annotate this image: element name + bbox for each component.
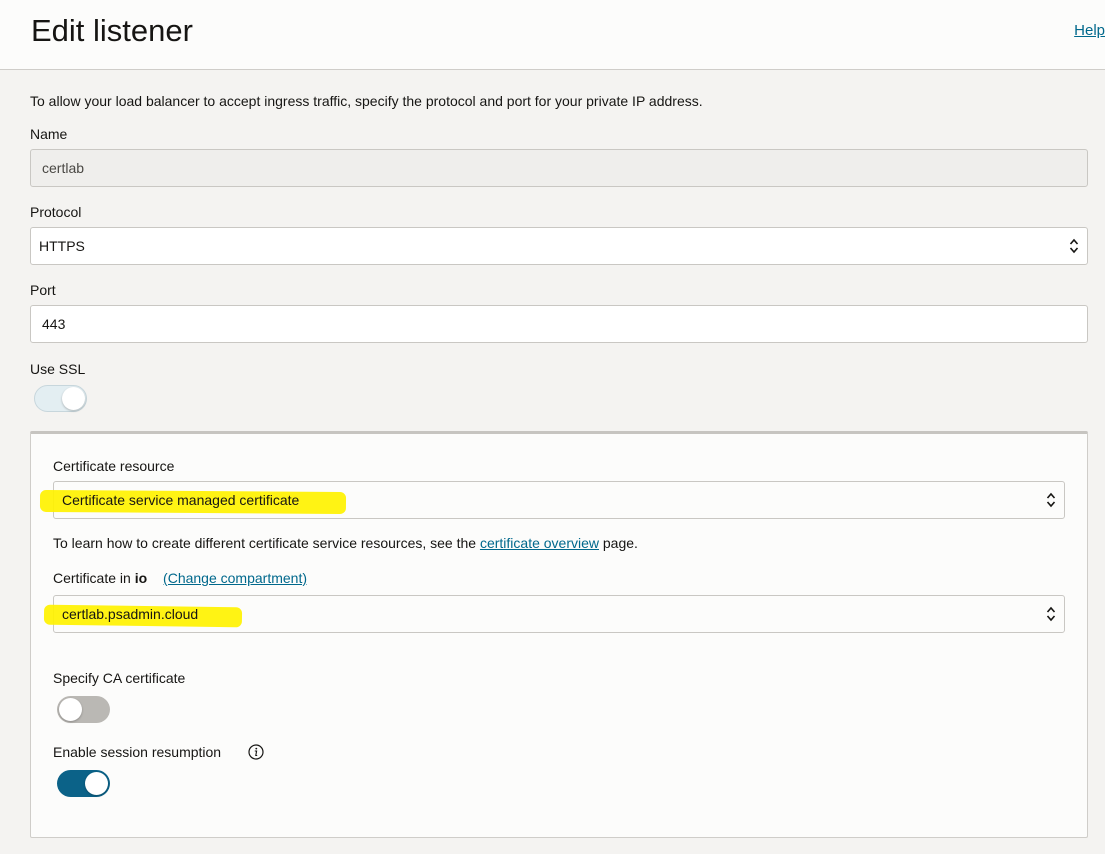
name-label: Name xyxy=(30,126,68,142)
learn-text-after: page. xyxy=(602,535,638,551)
specify-ca-toggle[interactable] xyxy=(57,696,110,723)
toggle-knob xyxy=(85,772,108,795)
certificate-in-prefix: Certificate in xyxy=(53,570,131,586)
panel-header: Edit listener Help xyxy=(0,0,1105,70)
name-value: certlab xyxy=(42,160,85,176)
intro-text: To allow your load balancer to accept in… xyxy=(30,93,703,109)
certificate-value: certlab.psadmin.cloud xyxy=(62,606,199,622)
learn-text: To learn how to create different certifi… xyxy=(53,535,638,551)
certificate-resource-label: Certificate resource xyxy=(53,458,175,474)
use-ssl-toggle[interactable] xyxy=(34,385,87,412)
name-field: certlab xyxy=(30,149,1088,187)
chevron-up-down-icon xyxy=(1046,492,1056,508)
protocol-value: HTTPS xyxy=(39,238,85,254)
certificate-in-label: Certificate in io (Change compartment) xyxy=(53,570,307,586)
port-label: Port xyxy=(30,282,56,298)
chevron-up-down-icon xyxy=(1046,606,1056,622)
compartment-name: io xyxy=(134,570,148,586)
session-resumption-label: Enable session resumption xyxy=(53,744,222,760)
info-icon[interactable] xyxy=(248,744,264,760)
page-title: Edit listener xyxy=(31,13,193,48)
protocol-label: Protocol xyxy=(30,204,82,220)
certificate-resource-value: Certificate service managed certificate xyxy=(62,492,300,508)
use-ssl-label: Use SSL xyxy=(30,361,86,377)
protocol-select[interactable]: HTTPS xyxy=(30,227,1088,265)
certificate-overview-link[interactable]: certificate overview xyxy=(480,535,599,551)
certificate-resource-select[interactable]: Certificate service managed certificate xyxy=(39,481,1065,519)
session-resumption-toggle[interactable] xyxy=(57,770,110,797)
chevron-up-down-icon xyxy=(1069,238,1079,254)
port-value: 443 xyxy=(42,316,66,332)
change-compartment-link[interactable]: (Change compartment) xyxy=(163,570,307,586)
help-link[interactable]: Help xyxy=(1074,22,1105,39)
certificate-select[interactable]: certlab.psadmin.cloud xyxy=(43,595,1065,633)
learn-text-before: To learn how to create different certifi… xyxy=(53,535,477,551)
port-input[interactable]: 443 xyxy=(30,305,1088,343)
specify-ca-label: Specify CA certificate xyxy=(53,670,186,686)
toggle-knob xyxy=(62,387,85,410)
toggle-knob xyxy=(59,698,82,721)
